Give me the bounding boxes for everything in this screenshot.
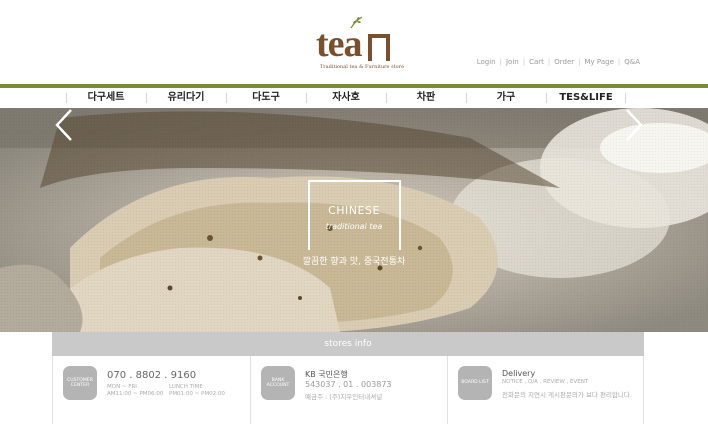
bank-name: KB 국민은행 [305,370,348,379]
logo-arch-mark [368,34,390,61]
hero-title: CHINESE [328,204,380,217]
customer-center-badge: CUSTOMER CENTER [63,366,97,400]
separator: | [499,58,502,66]
lunch-time-label: LUNCH TIME [169,384,203,390]
board-list[interactable]: BOARD LIST Delivery NOTICE , Q/A , REVIE… [447,356,644,424]
separator: | [578,58,581,66]
separator: | [547,58,551,66]
bank-account-owner: 예금주 : (주)지우인터내셔널 [305,393,383,401]
login-link[interactable]: Login [477,58,496,66]
hours-weekday: MON ~ FRI [107,384,137,390]
order-link[interactable]: Order [554,58,574,66]
cart-link[interactable]: Cart [529,58,544,66]
nav-item-tes-life[interactable]: TES&LIFE [546,88,626,108]
separator: | [522,58,526,66]
chevron-left-icon[interactable] [54,108,74,142]
logo[interactable]: tea Traditional tea & Furniture store [310,12,410,72]
customer-center: CUSTOMER CENTER 070 . 8802 . 9160 MON ~ … [53,356,250,424]
separator: | [617,58,621,66]
board-description: 전화문의 지연시 게시판문의가 보다 편리합니다. [502,391,632,399]
board-list-badge: BOARD LIST [458,366,492,400]
nav-item-tea-tray[interactable]: 차판 [386,88,466,108]
header: tea Traditional tea & Furniture store Lo… [0,0,708,84]
utility-links: Login | Join | Cart | Order | My Page | Q&A [477,58,640,66]
nav-item-glass[interactable]: 유리다기 [146,88,226,108]
nav-item-tea-tools[interactable]: 다도구 [226,88,306,108]
nav-item-teapot[interactable]: 자사호 [306,88,386,108]
logo-tagline: Traditional tea & Furniture store [319,64,405,70]
hero-subtitle: traditional tea [325,222,383,231]
board-categories: NOTICE , Q/A , REVIEW , EVENT [502,379,589,385]
logo-text: tea [316,23,363,65]
stores-info-heading: stores info [52,332,644,356]
lunch-time-value: PM01:00 ~ PM02:00 [169,391,225,397]
nav-item-furniture[interactable]: 가구 [466,88,546,108]
board-title[interactable]: Delivery [502,369,535,378]
hero-banner: CHINESE traditional tea 깔끔한 향과 맛, 중국전통차 [0,108,708,332]
chevron-right-icon[interactable] [624,108,644,142]
bank-account: BANK ACCOUNT KB 국민은행 543037 . 01 . 00387… [250,356,447,424]
main-nav: 다구세트 유리다기 다도구 자사호 차판 가구 TES&LIFE [0,88,708,109]
bank-account-number: 543037 . 01 . 003873 [305,380,392,389]
mypage-link[interactable]: My Page [585,58,614,66]
customer-phone: 070 . 8802 . 9160 [107,370,197,381]
join-link[interactable]: Join [506,58,519,66]
stores-info-panel: CUSTOMER CENTER 070 . 8802 . 9160 MON ~ … [52,356,644,424]
qna-link[interactable]: Q&A [624,58,640,66]
hours-weekday-time: AM11:00 ~ PM06:00 [107,391,164,397]
hero-caption: 깔끔한 향과 맛, 중국전통차 [302,257,406,267]
bank-account-badge: BANK ACCOUNT [261,366,295,400]
nav-item-teaset[interactable]: 다구세트 [66,88,146,108]
